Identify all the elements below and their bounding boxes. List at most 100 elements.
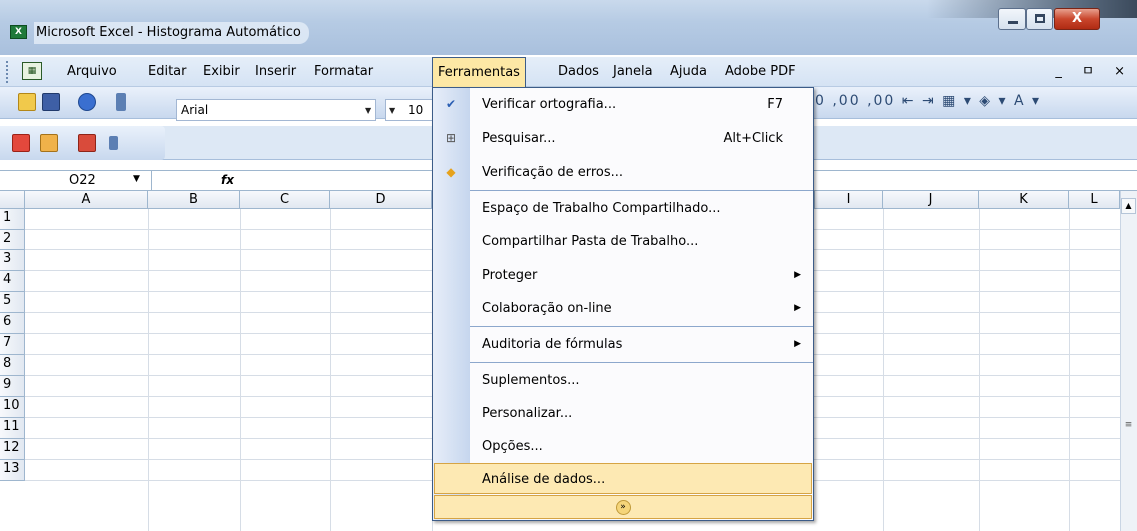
menu-item-suplementos[interactable]: Suplementos...	[470, 364, 813, 397]
column-header-k[interactable]: K	[979, 191, 1069, 209]
menu-editar[interactable]: Editar	[143, 57, 192, 87]
menu-item-label: Compartilhar Pasta de Trabalho...	[482, 234, 699, 249]
close-button[interactable]: X	[1054, 8, 1100, 30]
row-header-9[interactable]: 9	[0, 376, 25, 397]
grid-line	[979, 209, 980, 531]
grid-line	[148, 209, 149, 531]
name-box[interactable]: O22	[2, 171, 152, 190]
menu-item-espaco-de-trabalho[interactable]: Espaço de Trabalho Compartilhado...	[470, 192, 813, 225]
menu-formatar[interactable]: Formatar	[309, 57, 378, 87]
menu-item-colaboracao-online[interactable]: Colaboração on-line ▶	[470, 292, 813, 325]
maximize-icon	[1035, 14, 1045, 23]
row-header-2[interactable]: 2	[0, 230, 25, 250]
row-header-7[interactable]: 7	[0, 334, 25, 355]
open-folder-icon[interactable]	[18, 93, 36, 111]
menu-exibir[interactable]: Exibir	[198, 57, 245, 87]
menu-item-label: Auditoria de fórmulas	[482, 337, 623, 352]
chevron-double-down-icon: »	[615, 500, 631, 515]
grid-line	[883, 209, 884, 531]
menu-item-proteger[interactable]: Proteger ▶	[470, 259, 813, 292]
submenu-arrow-icon: ▶	[794, 270, 801, 280]
font-name-select[interactable]: Arial	[176, 99, 376, 121]
help-icon[interactable]	[78, 93, 96, 111]
submenu-arrow-icon: ▶	[794, 339, 801, 349]
menu-separator	[470, 362, 813, 363]
menu-separator	[470, 190, 813, 191]
row-header-11[interactable]: 11	[0, 418, 25, 439]
row-header-8[interactable]: 8	[0, 355, 25, 376]
pdf-email-icon[interactable]	[40, 134, 58, 152]
menu-expand-button[interactable]: »	[434, 495, 812, 519]
menu-ajuda[interactable]: Ajuda	[665, 57, 712, 87]
column-header-a[interactable]: A	[25, 191, 148, 209]
menu-item-pesquisar[interactable]: Pesquisar... Alt+Click	[470, 122, 813, 155]
menu-janela[interactable]: Janela	[608, 57, 658, 87]
row-header-3[interactable]: 3	[0, 250, 25, 271]
menu-item-label: Pesquisar...	[482, 131, 556, 146]
menu-item-label: Colaboração on-line	[482, 301, 612, 316]
spellcheck-icon: ✔	[445, 97, 457, 111]
scroll-up-icon[interactable]: ▲	[1121, 198, 1136, 214]
title-bar: X Microsoft Excel - Histograma Automátic…	[0, 0, 1137, 55]
workbook-icon[interactable]: ▦	[22, 62, 42, 80]
column-header-l[interactable]: L	[1069, 191, 1120, 209]
select-all-corner[interactable]	[0, 191, 25, 209]
menu-adobe-pdf[interactable]: Adobe PDF	[720, 57, 801, 87]
menu-arquivo[interactable]: Arquivo	[62, 57, 122, 87]
insert-function-icon[interactable]: fx	[221, 171, 234, 190]
ferramentas-menu: ✔ Verificar ortografia... F7 ⊞ Pesquisar…	[432, 87, 814, 521]
column-header-c[interactable]: C	[240, 191, 330, 209]
excel-app-icon[interactable]: X	[10, 25, 27, 39]
vertical-scrollbar[interactable]	[1120, 191, 1137, 531]
grid-line	[240, 209, 241, 531]
row-header-12[interactable]: 12	[0, 439, 25, 460]
grid-line	[330, 209, 331, 531]
menu-item-auditoria-de-formulas[interactable]: Auditoria de fórmulas ▶	[470, 328, 813, 361]
row-header-5[interactable]: 5	[0, 292, 25, 313]
menu-item-label: Espaço de Trabalho Compartilhado...	[482, 201, 721, 216]
scroll-thumb[interactable]: ≡	[1122, 420, 1135, 430]
create-pdf-icon[interactable]	[12, 134, 30, 152]
menu-dados[interactable]: Dados	[553, 57, 604, 87]
menu-separator	[470, 326, 813, 327]
column-header-j[interactable]: J	[883, 191, 979, 209]
menu-item-compartilhar-pasta[interactable]: Compartilhar Pasta de Trabalho...	[470, 225, 813, 258]
save-icon[interactable]	[42, 93, 60, 111]
error-check-icon: ◆	[446, 165, 456, 179]
menu-bar: ▦ Arquivo Editar Exibir Inserir Formatar…	[0, 57, 1137, 88]
menu-inserir[interactable]: Inserir	[250, 57, 301, 87]
menu-item-verificacao-de-erros[interactable]: Verificação de erros...	[470, 156, 813, 189]
menu-item-verificar-ortografia[interactable]: Verificar ortografia... F7	[470, 88, 813, 121]
maximize-button[interactable]	[1026, 8, 1053, 30]
menu-item-analise-de-dados[interactable]: Análise de dados...	[470, 463, 813, 496]
row-header-10[interactable]: 10	[0, 397, 25, 418]
grid-line	[1069, 209, 1070, 531]
menu-item-label: Verificação de erros...	[482, 165, 624, 180]
menu-item-opcoes[interactable]: Opções...	[470, 430, 813, 463]
pdf-toolbar-options-icon[interactable]	[109, 136, 118, 150]
column-header-b[interactable]: B	[148, 191, 240, 209]
pdf-review-icon[interactable]	[78, 134, 96, 152]
menu-item-label: Proteger	[482, 268, 538, 283]
menubar-grip[interactable]	[6, 61, 8, 83]
formatting-toolbar-icons[interactable]: 0 ,00 ,00 ⇤ ⇥ ▦ ▾ ◈ ▾ A ▾	[815, 93, 1041, 119]
toolbar-options-icon[interactable]	[116, 93, 126, 111]
menu-item-personalizar[interactable]: Personalizar...	[470, 397, 813, 430]
font-name-dropdown-icon[interactable]: ▼	[365, 106, 371, 115]
row-header-1[interactable]: 1	[0, 209, 25, 230]
column-header-i[interactable]: I	[815, 191, 883, 209]
document-window-controls[interactable]: _ ㅁ ×	[1055, 57, 1133, 87]
row-header-4[interactable]: 4	[0, 271, 25, 292]
font-size-dropdown-icon[interactable]: ▼	[389, 106, 395, 115]
menu-icon-gutter	[433, 88, 470, 520]
name-box-dropdown-icon[interactable]: ▼	[133, 174, 140, 184]
menu-ferramentas[interactable]: Ferramentas	[432, 57, 526, 88]
menu-item-label: Personalizar...	[482, 406, 573, 421]
column-header-d[interactable]: D	[330, 191, 432, 209]
research-icon: ⊞	[445, 131, 457, 145]
row-header-6[interactable]: 6	[0, 313, 25, 334]
minimize-icon	[1008, 21, 1018, 24]
row-header-13[interactable]: 13	[0, 460, 25, 481]
minimize-button[interactable]	[998, 8, 1026, 30]
menu-item-label: Suplementos...	[482, 373, 580, 388]
